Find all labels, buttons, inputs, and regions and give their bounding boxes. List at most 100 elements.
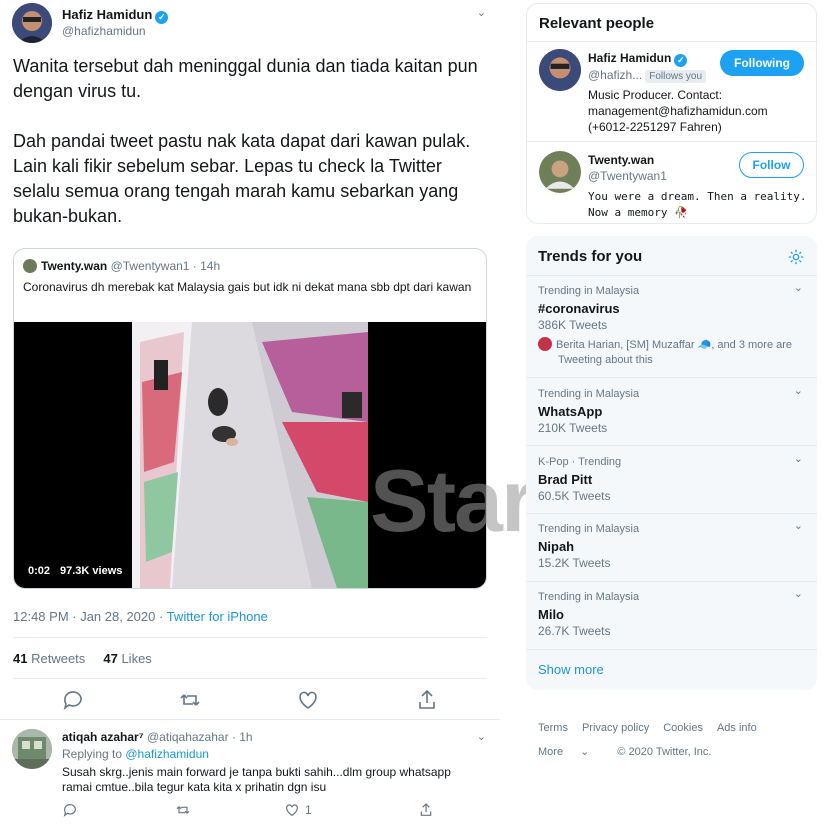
person-handle-text[interactable]: @hafizh... (588, 68, 642, 82)
tweet-actions (13, 688, 487, 714)
reply-text: Susah skrg..jenis main forward je tanpa … (62, 765, 451, 794)
trend-extra-text: Berita Harian, [SM] Muzaffar 🧢, and 3 mo… (556, 339, 793, 351)
trend-context: Trending in Malaysia (538, 285, 640, 297)
footer-privacy-link[interactable]: Privacy policy (582, 722, 649, 734)
quoted-author-meta: @Twentywan1 · 14h (110, 259, 221, 273)
tweet-text-paragraph-2: Dah pandai tweet pastu nak kata dapat da… (13, 131, 471, 226)
tweet-text: Wanita tersebut dah meninggal dunia dan … (13, 54, 488, 254)
reply-menu-chevron-icon[interactable]: ⌄ (477, 730, 486, 743)
trends-title: Trends for you (538, 248, 643, 265)
reply-author-avatar[interactable] (12, 729, 52, 769)
trend-context: Trending in Malaysia (538, 388, 640, 400)
following-button[interactable]: Following (720, 50, 804, 76)
replying-to-label: Replying to (62, 747, 126, 761)
divider (13, 637, 487, 638)
footer-row-2: More ⌄ © 2020 Twitter, Inc. (538, 740, 818, 764)
trend-count: 26.7K Tweets (538, 624, 611, 638)
person-bio: You were a dream. Then a reality. Now a … (588, 190, 807, 219)
quoted-author-name: Twenty.wan (41, 259, 108, 273)
tweet-menu-chevron-icon[interactable]: ⌄ (477, 6, 486, 19)
author-handle[interactable]: @hafizhamidun (62, 24, 146, 38)
trend-name: Brad Pitt (538, 472, 593, 487)
follow-button[interactable]: Follow (739, 152, 804, 178)
author-name-text[interactable]: Hafiz Hamidun (62, 7, 152, 22)
share-icon[interactable] (415, 688, 439, 712)
divider (526, 445, 817, 446)
trend-extra-text-2: Tweeting about this (558, 354, 653, 366)
chevron-down-icon: ⌄ (580, 746, 590, 758)
trend-context: K-Pop · Trending (538, 456, 622, 468)
trend-chevron-down-icon[interactable]: ⌄ (794, 519, 803, 532)
retweets-stat[interactable]: 41 Retweets (13, 651, 85, 666)
quoted-tweet-text: Coronavirus dh merebak kat Malaysia gais… (23, 280, 472, 294)
trend-extra: Berita Harian, [SM] Muzaffar 🧢, and 3 mo… (538, 337, 808, 368)
reply-icon[interactable] (61, 688, 85, 712)
trend-item[interactable]: Trending in Malaysia WhatsApp 210K Tweet… (526, 385, 817, 444)
person-name-text[interactable]: Hafiz Hamidun (588, 51, 671, 65)
person-name[interactable]: Twenty.wan (588, 153, 654, 167)
footer-ads-link[interactable]: Ads info (717, 722, 757, 734)
video-frame (132, 322, 368, 588)
main-tweet-column: Hafiz Hamidun ✓ @hafizhamidun ⌄ Wanita te… (0, 0, 535, 824)
author-avatar[interactable] (12, 3, 52, 43)
retweet-icon[interactable] (175, 802, 191, 818)
trend-item[interactable]: Trending in Malaysia #coronavirus 386K T… (526, 282, 817, 375)
footer-cookies-link[interactable]: Cookies (663, 722, 703, 734)
trend-item[interactable]: Trending in Malaysia Milo 26.7K Tweets ⌄ (526, 588, 817, 647)
tweet-stats: 41 Retweets 47 Likes (13, 651, 152, 666)
reply-tweet[interactable]: atiqah azahar⁷ @atiqahazahar · 1h ⌄ Repl… (0, 720, 500, 824)
person-hafiz[interactable]: Hafiz Hamidun ✓ @hafizh... Follows you Fol… (527, 41, 818, 142)
person-avatar[interactable] (539, 151, 581, 193)
trend-item[interactable]: Trending in Malaysia Nipah 15.2K Tweets … (526, 520, 817, 579)
author-avatar-image (12, 3, 52, 43)
settings-gear-icon[interactable] (787, 248, 805, 266)
likes-stat[interactable]: 47 Likes (103, 651, 151, 666)
person-name[interactable]: Hafiz Hamidun ✓ (588, 51, 688, 67)
like-heart-icon[interactable] (296, 688, 320, 712)
trend-item[interactable]: K-Pop · Trending Brad Pitt 60.5K Tweets … (526, 453, 817, 512)
trend-chevron-down-icon[interactable]: ⌄ (794, 452, 803, 465)
reply-author-name[interactable]: atiqah azahar⁷ (62, 730, 144, 744)
reply-author-meta[interactable]: @atiqahazahar · 1h (147, 730, 253, 744)
verified-badge-icon: ✓ (155, 11, 169, 24)
footer-more-text[interactable]: More (538, 746, 563, 758)
footer-links: Terms Privacy policy Cookies Ads info More … (538, 716, 818, 764)
relevant-people-title: Relevant people (539, 15, 655, 32)
like-heart-icon[interactable] (284, 802, 300, 818)
video-duration-badge: 0:02 (23, 563, 56, 579)
tweet-timestamp-text[interactable]: 12:48 PM · Jan 28, 2020 · (13, 609, 167, 624)
trend-chevron-down-icon[interactable]: ⌄ (794, 587, 803, 600)
person-handle[interactable]: @Twentywan1 (588, 169, 667, 183)
likes-label: Likes (121, 651, 152, 666)
tweet-text-paragraph-1: Wanita tersebut dah meninggal dunia dan … (13, 56, 478, 101)
trends-card: Trends for you Trending in Malaysia #cor… (526, 236, 817, 690)
share-icon[interactable] (418, 802, 434, 818)
retweets-count: 41 (13, 651, 28, 666)
trend-count: 60.5K Tweets (538, 489, 611, 503)
show-more-link[interactable]: Show more (538, 662, 604, 677)
trend-name: Milo (538, 607, 564, 622)
trend-chevron-down-icon[interactable]: ⌄ (794, 384, 803, 397)
footer-more-link[interactable]: More ⌄ (538, 746, 603, 758)
reply-avatar-image (12, 729, 52, 769)
trend-chevron-down-icon[interactable]: ⌄ (794, 281, 803, 294)
author-name[interactable]: Hafiz Hamidun ✓ (62, 7, 169, 24)
tweet-source-link[interactable]: Twitter for iPhone (167, 609, 268, 624)
reply-icon[interactable] (62, 802, 78, 818)
replying-to-mention[interactable]: @hafizhamidun (125, 747, 209, 761)
reply-actions: 1 (62, 802, 462, 820)
person-avatar[interactable] (539, 49, 581, 91)
divider (526, 649, 817, 650)
watermark-text: Star (370, 451, 535, 550)
retweet-icon[interactable] (178, 688, 202, 712)
reply-like-count: 1 (305, 803, 312, 817)
trend-name: #coronavirus (538, 301, 620, 316)
divider (526, 581, 817, 582)
footer-row-1: Terms Privacy policy Cookies Ads info (538, 716, 818, 740)
footer-terms-link[interactable]: Terms (538, 722, 568, 734)
replying-to: Replying to @hafizhamidun (62, 747, 209, 761)
person-twentywan[interactable]: Twenty.wan @Twentywan1 Follow You were a… (527, 142, 818, 224)
trend-context: Trending in Malaysia (538, 523, 640, 535)
trend-count: 386K Tweets (538, 318, 608, 332)
person-avatar-image (539, 49, 581, 91)
